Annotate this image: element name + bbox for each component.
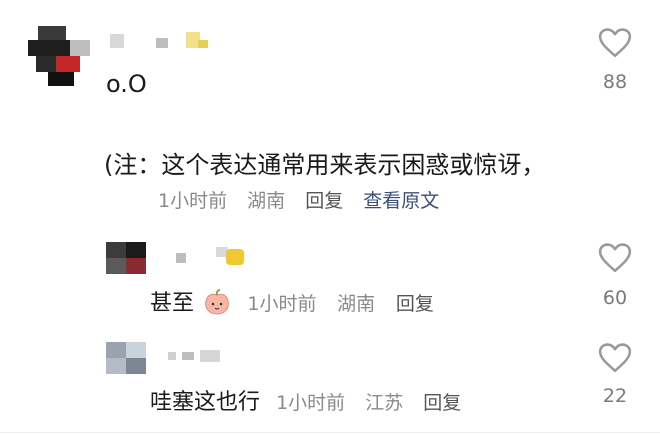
like-count: 60 — [602, 287, 628, 309]
bottom-divider — [0, 432, 660, 433]
timestamp: 1小时前 — [276, 392, 346, 414]
heart-outline-icon[interactable] — [598, 27, 632, 59]
comment-meta: 甚至 1小时前 湖南 回复 — [150, 285, 448, 317]
location: 湖南 — [337, 293, 376, 315]
like-count: 22 — [602, 385, 628, 407]
comment-meta: 1小时前 湖南 回复 查看原文 — [158, 186, 453, 213]
comment-text: 甚至 — [150, 291, 195, 316]
comment-text: o.O — [106, 70, 147, 98]
view-original-link[interactable]: 查看原文 — [363, 190, 439, 212]
heart-outline-icon[interactable] — [598, 342, 632, 374]
location: 江苏 — [365, 392, 404, 414]
username[interactable] — [168, 350, 228, 364]
avatar[interactable] — [106, 242, 146, 274]
timestamp: 1小时前 — [247, 293, 317, 315]
like-count: 88 — [602, 71, 628, 93]
reply-button[interactable]: 回复 — [396, 293, 434, 315]
heart-outline-icon[interactable] — [598, 242, 632, 274]
comment-meta: 哇塞这也行 1小时前 江苏 回复 — [150, 384, 475, 416]
avatar[interactable] — [106, 342, 146, 374]
username[interactable] — [110, 30, 210, 52]
username[interactable] — [170, 243, 250, 267]
reply-button[interactable]: 回复 — [423, 392, 461, 414]
peach-face-emoji — [203, 289, 231, 315]
avatar[interactable] — [28, 26, 98, 88]
translation-note: (注：这个表达通常用来表示困惑或惊讶， — [104, 151, 546, 179]
reply-button[interactable]: 回复 — [305, 190, 343, 212]
comment-text: 哇塞这也行 — [150, 390, 261, 415]
location: 湖南 — [247, 190, 286, 212]
timestamp: 1小时前 — [158, 190, 228, 212]
